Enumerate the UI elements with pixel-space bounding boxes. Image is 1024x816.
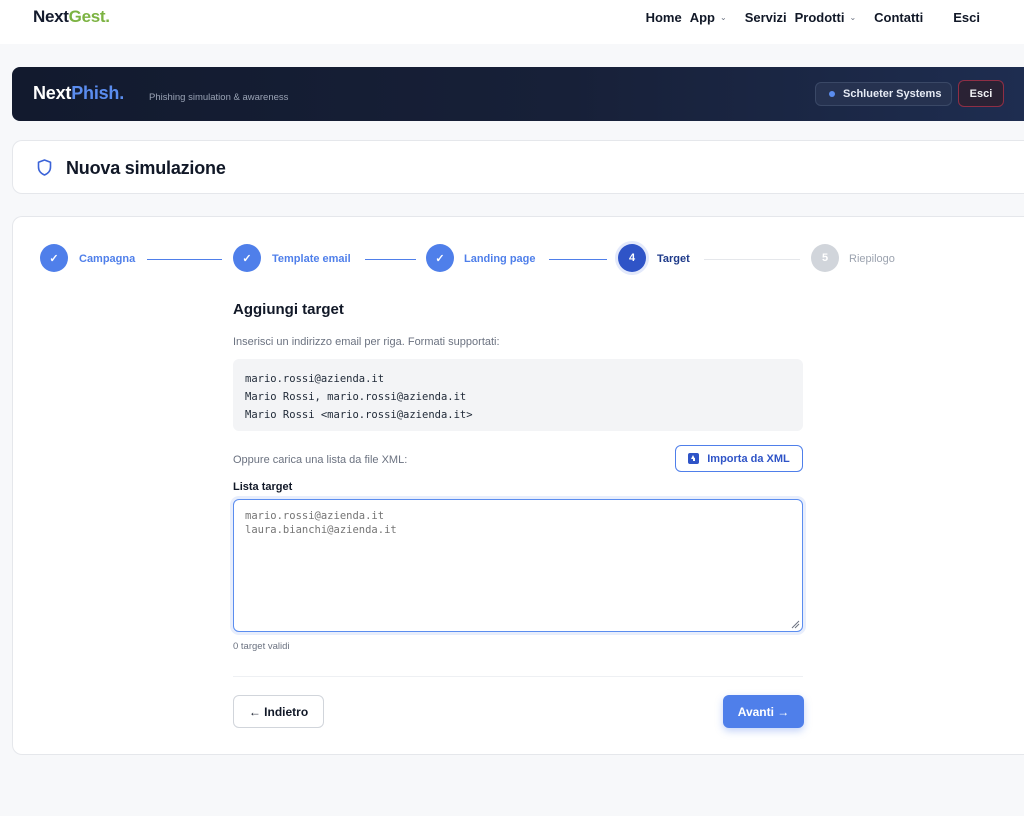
status-dot-icon [829,91,835,97]
top-navigation: NextGest. Home App ⌄ Servizi Prodotti ⌄ … [0,0,1024,44]
wizard-card [12,216,1024,755]
step-3-label[interactable]: Landing page [464,253,536,265]
step-connector [147,259,222,260]
app-header-bar: NextPhish. Phishing simulation & awarene… [12,67,1024,121]
page-title: Nuova simulazione [66,158,226,178]
format-example: Mario Rossi, mario.rossi@azienda.it [245,391,467,403]
nav-link-label: Prodotti [794,10,845,25]
nav-link-label: Home [645,10,682,25]
organization-selector[interactable]: Schlueter Systems [815,82,952,106]
format-example: mario.rossi@azienda.it [245,373,385,385]
step-connector [704,259,800,260]
page-header-card: Nuova simulazione [12,140,1024,194]
nav-link-label: Contatti [874,10,924,25]
import-xml-label: Importa da XML [707,452,790,465]
step-4-label[interactable]: Target [657,253,690,265]
nav-links: Home App ⌄ Servizi Prodotti ⌄ Contatti E… [646,10,980,25]
nav-link-label: Esci [953,10,980,25]
valid-targets-count: 0 target validi [233,641,290,652]
target-list-textarea[interactable] [233,499,803,632]
format-example: Mario Rossi <mario.rossi@azienda.it> [245,409,473,421]
brand-name-part2: Gest. [68,7,110,26]
brand-name-part1: Next [33,7,69,26]
nav-link-esci[interactable]: Esci [953,10,980,25]
upload-icon [688,453,700,464]
nav-link-app[interactable]: App ⌄ [690,10,727,25]
step-2-label[interactable]: Template email [272,253,351,265]
step-5-number: 5 [811,244,839,272]
target-list-label: Lista target [233,481,293,493]
app-name-part2: Phish. [71,83,125,103]
step-5-label: Riepilogo [849,253,895,265]
nextgest-logo[interactable]: NextGest. [33,7,110,27]
step-3-check-icon[interactable]: ✓ [426,244,454,272]
app-tagline: Phishing simulation & awareness [149,92,289,103]
chevron-down-icon: ⌄ [849,13,857,22]
nav-link-home[interactable]: Home [646,10,682,25]
shield-icon [37,159,52,181]
logout-button[interactable]: Esci [958,80,1004,107]
resize-handle-icon[interactable] [790,619,800,629]
step-connector [365,259,416,260]
back-button[interactable]: ← Indietro [233,695,324,728]
nav-link-contatti[interactable]: Contatti [874,10,923,25]
section-description: Inserisci un indirizzo email per riga. F… [233,336,500,348]
nav-link-label: App [689,10,715,25]
supported-formats-box: mario.rossi@azienda.it Mario Rossi, mari… [233,359,803,431]
step-4-number[interactable]: 4 [618,244,646,272]
section-title: Aggiungi target [233,301,344,318]
organization-name: Schlueter Systems [843,88,942,100]
chevron-down-icon: ⌄ [719,13,727,22]
nav-link-servizi[interactable]: Servizi [745,10,787,25]
step-connector [549,259,607,260]
divider [233,676,803,677]
step-1-check-icon[interactable]: ✓ [40,244,68,272]
step-1-label[interactable]: Campagna [79,253,135,265]
xml-upload-prompt: Oppure carica una lista da file XML: [233,454,408,466]
step-2-check-icon[interactable]: ✓ [233,244,261,272]
nav-link-label: Servizi [744,10,787,25]
app-name-part1: Next [33,83,72,103]
next-button[interactable]: Avanti → [723,695,804,728]
nav-link-prodotti[interactable]: Prodotti ⌄ [795,10,857,25]
nextphish-logo[interactable]: NextPhish. [33,83,124,104]
import-xml-button[interactable]: Importa da XML [675,445,803,472]
